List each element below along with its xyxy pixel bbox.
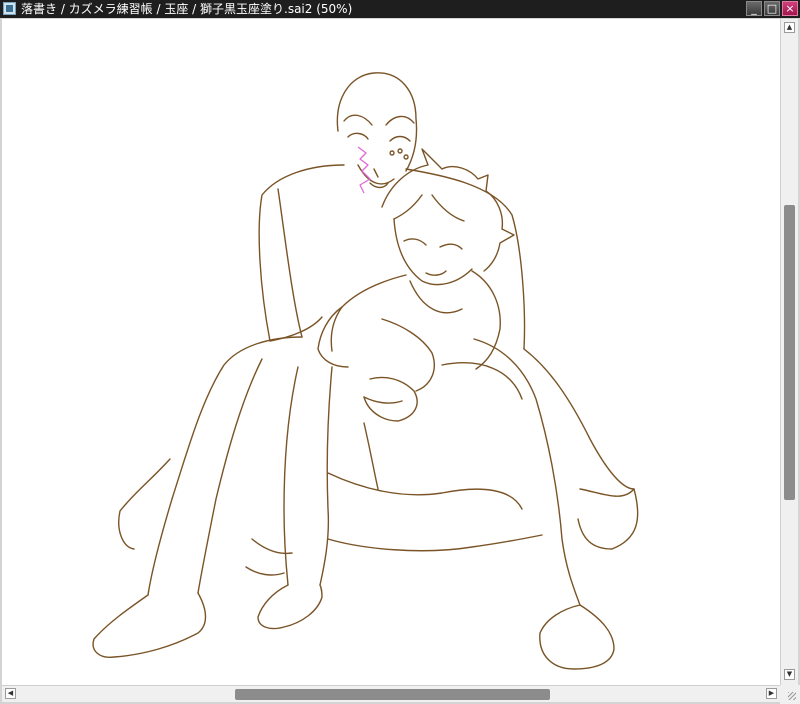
front-figure-arm <box>317 306 349 368</box>
resize-grip-icon[interactable] <box>780 685 800 704</box>
back-figure-coat <box>258 164 345 342</box>
front-figure-torso <box>330 274 407 352</box>
scroll-up-arrow-icon[interactable]: ▲ <box>784 22 795 33</box>
back-figure-shoe-right <box>539 604 615 670</box>
vertical-scroll-thumb[interactable] <box>784 205 795 500</box>
scroll-right-arrow-icon[interactable]: ▶ <box>766 688 777 699</box>
scroll-left-arrow-icon[interactable]: ◀ <box>5 688 16 699</box>
close-button[interactable]: × <box>782 1 798 16</box>
horizontal-scroll-thumb[interactable] <box>235 689 550 700</box>
window-title: 落書き / カズメラ練習帳 / 玉座 / 獅子黒玉座塗り.sai2 (50%) <box>21 2 353 16</box>
back-figure-shoe-left <box>92 592 207 658</box>
front-figure-shoe <box>257 584 323 630</box>
vertical-scrollbar[interactable]: ▲ ▼ <box>780 19 798 685</box>
line-art-drawing <box>92 72 639 670</box>
document-icon <box>3 2 16 15</box>
drawing-canvas[interactable] <box>2 19 780 685</box>
horizontal-scrollbar[interactable]: ◀ ▶ <box>2 685 780 702</box>
title-bar: 落書き / カズメラ練習帳 / 玉座 / 獅子黒玉座塗り.sai2 (50%) … <box>0 0 800 18</box>
maximize-button[interactable]: □ <box>764 1 780 16</box>
minimize-button[interactable]: _ <box>746 1 762 16</box>
seat-drape <box>327 472 523 510</box>
front-figure-hair <box>381 148 515 272</box>
front-figure-leg <box>283 366 299 586</box>
back-figure-leg-right <box>523 348 635 490</box>
face-accent-mark <box>357 146 371 194</box>
scroll-down-arrow-icon[interactable]: ▼ <box>784 669 795 680</box>
